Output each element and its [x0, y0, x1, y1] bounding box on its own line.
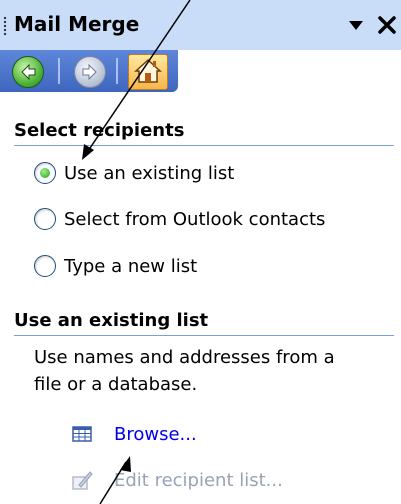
drag-grip-icon[interactable]: [3, 16, 7, 36]
browse-link[interactable]: Browse...: [114, 424, 197, 445]
task-pane-title-bar: Mail Merge: [0, 0, 401, 50]
radio-button[interactable]: [34, 255, 56, 277]
radio-selected-dot: [40, 168, 50, 178]
radio-select-outlook-contacts[interactable]: Select from Outlook contacts: [34, 204, 325, 234]
close-pane-button[interactable]: [374, 10, 400, 40]
back-button[interactable]: [12, 56, 44, 88]
pane-menu-dropdown-button[interactable]: [346, 16, 366, 36]
description-line: file or a database.: [34, 374, 198, 395]
browse-row[interactable]: Browse...: [70, 418, 197, 450]
radio-label: Select from Outlook contacts: [64, 208, 326, 230]
radio-type-new-list[interactable]: Type a new list: [34, 251, 197, 281]
close-x-icon: [378, 16, 396, 34]
home-button[interactable]: [128, 54, 168, 90]
edit-pencil-icon: [72, 471, 93, 490]
use-existing-list-heading: Use an existing list: [14, 310, 394, 336]
edit-recipient-list-link: Edit recipient list...: [114, 469, 283, 491]
edit-recipient-list-row: Edit recipient list...: [70, 464, 283, 496]
back-arrow-icon: [21, 63, 36, 81]
select-recipients-heading: Select recipients: [14, 120, 394, 146]
task-pane-title: Mail Merge: [14, 12, 140, 36]
forward-button[interactable]: [74, 56, 106, 88]
toolbar-separator: [58, 58, 60, 84]
radio-label: Type a new list: [64, 255, 198, 277]
radio-label: Use an existing list: [64, 162, 235, 184]
description-line: Use names and addresses from a: [34, 347, 335, 368]
forward-arrow-icon: [82, 63, 97, 81]
home-icon: [134, 58, 162, 83]
radio-button-selected[interactable]: [34, 162, 56, 184]
radio-button[interactable]: [34, 208, 56, 230]
toolbar-separator: [116, 58, 118, 84]
radio-use-existing-list[interactable]: Use an existing list: [34, 158, 234, 188]
navigation-toolbar: [0, 50, 178, 92]
triangle-down-icon: [349, 21, 363, 30]
existing-list-description: Use names and addresses from a file or a…: [34, 344, 394, 398]
table-icon: [72, 426, 92, 442]
